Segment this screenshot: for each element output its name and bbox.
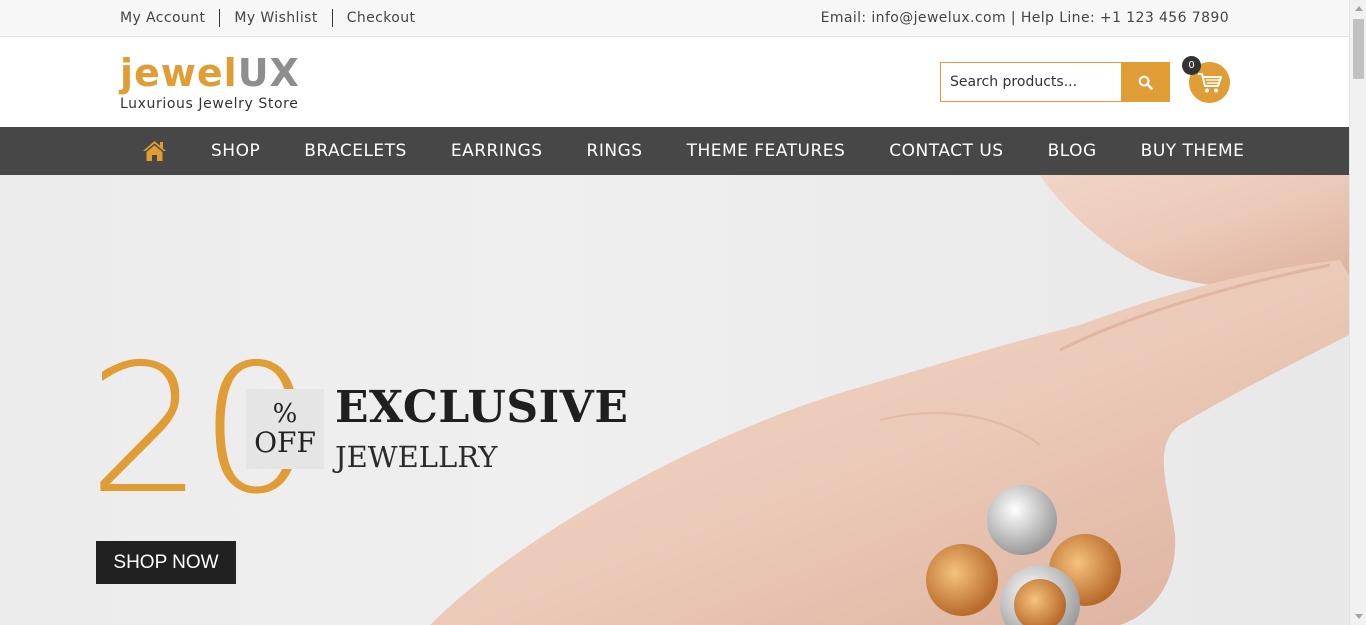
scroll-thumb[interactable] [1353,19,1364,79]
search-form [940,62,1170,102]
search-button[interactable] [1121,62,1170,102]
promo-percent: % [272,399,298,429]
main-nav: SHOP BRACELETS EARRINGS RINGS THEME FEAT… [0,127,1349,175]
scroll-down-icon [1354,614,1363,619]
logo-tagline: Luxurious Jewelry Store [120,96,299,112]
cart-button[interactable]: 0 [1182,56,1230,103]
scroll-down-button[interactable] [1350,608,1366,625]
nav-blog[interactable]: BLOG [1048,141,1097,161]
contact-info: Email: info@jewelux.com | Help Line: +1 … [820,10,1229,26]
logo-part-ux: UX [237,51,300,95]
page-scrollbar[interactable] [1349,0,1366,625]
nav-bracelets[interactable]: BRACELETS [304,141,407,161]
search-icon [1138,75,1153,90]
hero-title: EXCLUSIVE [335,382,629,433]
home-icon [143,141,166,161]
scroll-up-icon [1354,6,1363,11]
account-links: My Account My Wishlist Checkout [120,9,429,27]
promo-off-badge: % OFF [246,389,324,469]
hero-subtitle: JEWELLRY [335,440,498,474]
scroll-up-button[interactable] [1350,0,1366,17]
nav-shop[interactable]: SHOP [211,141,260,161]
nav-earrings[interactable]: EARRINGS [451,141,543,161]
logo-part-jewel: jewel [120,51,238,95]
nav-home[interactable] [142,127,167,175]
nav-rings[interactable]: RINGS [587,141,643,161]
shop-now-button[interactable]: SHOP NOW [96,541,236,584]
logo-wordmark: jewelUX [120,53,300,93]
search-input[interactable] [940,62,1121,102]
promo-off: OFF [254,426,316,459]
nav-contact-us[interactable]: CONTACT US [889,141,1003,161]
site-header: jewelUX Luxurious Jewelry Store 0 [0,37,1349,127]
top-bar: My Account My Wishlist Checkout Email: i… [0,0,1349,37]
nav-theme-features[interactable]: THEME FEATURES [687,141,846,161]
hero-banner: 20 % OFF EXCLUSIVE JEWELLRY SHOP NOW [0,175,1349,625]
my-wishlist-link[interactable]: My Wishlist [219,9,331,27]
nav-buy-theme[interactable]: BUY THEME [1141,141,1245,161]
logo[interactable]: jewelUX Luxurious Jewelry Store [120,53,300,112]
my-account-link[interactable]: My Account [120,9,219,27]
cart-icon [1197,72,1222,92]
cart-count-badge: 0 [1182,56,1201,75]
checkout-link[interactable]: Checkout [331,9,430,27]
